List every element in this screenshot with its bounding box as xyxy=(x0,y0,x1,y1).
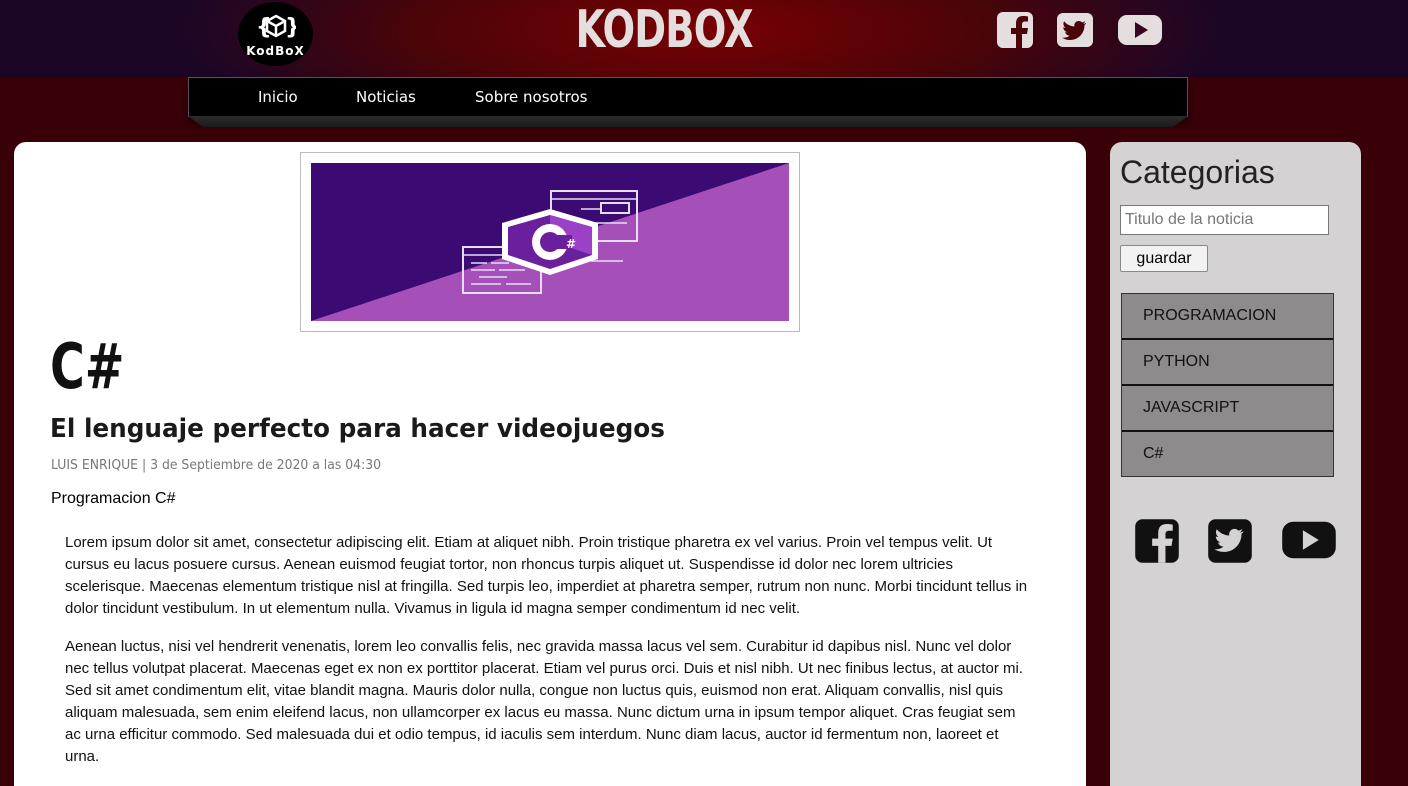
article-paragraph: Aenean luctus, nisi vel hendrerit venena… xyxy=(65,638,1023,765)
category-item-csharp[interactable]: C# xyxy=(1122,432,1333,476)
main-nav: Inicio Noticias Sobre nosotros xyxy=(188,77,1188,117)
article-title: C# xyxy=(50,330,125,403)
facebook-icon[interactable] xyxy=(996,11,1034,54)
article-banner: # xyxy=(300,152,800,332)
svg-text:#: # xyxy=(566,237,576,251)
nav-shelf xyxy=(188,116,1188,127)
twitter-icon[interactable] xyxy=(1207,518,1253,569)
facebook-icon[interactable] xyxy=(1134,518,1180,569)
category-item-python[interactable]: PYTHON xyxy=(1122,340,1333,386)
site-header: { } KodBoX KODBOX xyxy=(0,0,1408,78)
brand-title: KODBOX xyxy=(575,0,753,60)
twitter-icon[interactable] xyxy=(1056,12,1094,53)
sidebar-title: Categorias xyxy=(1120,154,1275,190)
save-button[interactable]: guardar xyxy=(1120,245,1208,272)
nav-item-noticias[interactable]: Noticias xyxy=(356,78,416,116)
site-logo[interactable]: { } KodBoX xyxy=(238,2,313,66)
sidebar: Categorias guardar PROGRAMACION PYTHON J… xyxy=(1110,142,1361,786)
svg-text:}: } xyxy=(285,15,296,40)
category-list: PROGRAMACION PYTHON JAVASCRIPT C# xyxy=(1121,293,1334,477)
nav-item-inicio[interactable]: Inicio xyxy=(258,78,298,116)
banner-image: # xyxy=(311,163,789,321)
youtube-icon[interactable] xyxy=(1281,520,1337,565)
article-card: # C# El lenguaje perfecto para hacer vid… xyxy=(14,142,1086,786)
logo-cube-icon: { } xyxy=(256,14,296,40)
category-item-javascript[interactable]: JAVASCRIPT xyxy=(1122,386,1333,432)
article-paragraph: Lorem ipsum dolor sit amet, consectetur … xyxy=(65,534,1028,617)
nav-item-sobre-nosotros[interactable]: Sobre nosotros xyxy=(475,78,587,116)
search-input[interactable] xyxy=(1120,205,1329,235)
youtube-icon[interactable] xyxy=(1117,14,1163,51)
article-subtitle: El lenguaje perfecto para hacer videojue… xyxy=(50,414,665,444)
article-meta: LUIS ENRIQUE | 3 de Septiembre de 2020 a… xyxy=(51,457,382,473)
category-item-programacion[interactable]: PROGRAMACION xyxy=(1122,294,1333,340)
article-category: Programacion C# xyxy=(51,490,176,507)
logo-text: KodBoX xyxy=(246,44,305,58)
